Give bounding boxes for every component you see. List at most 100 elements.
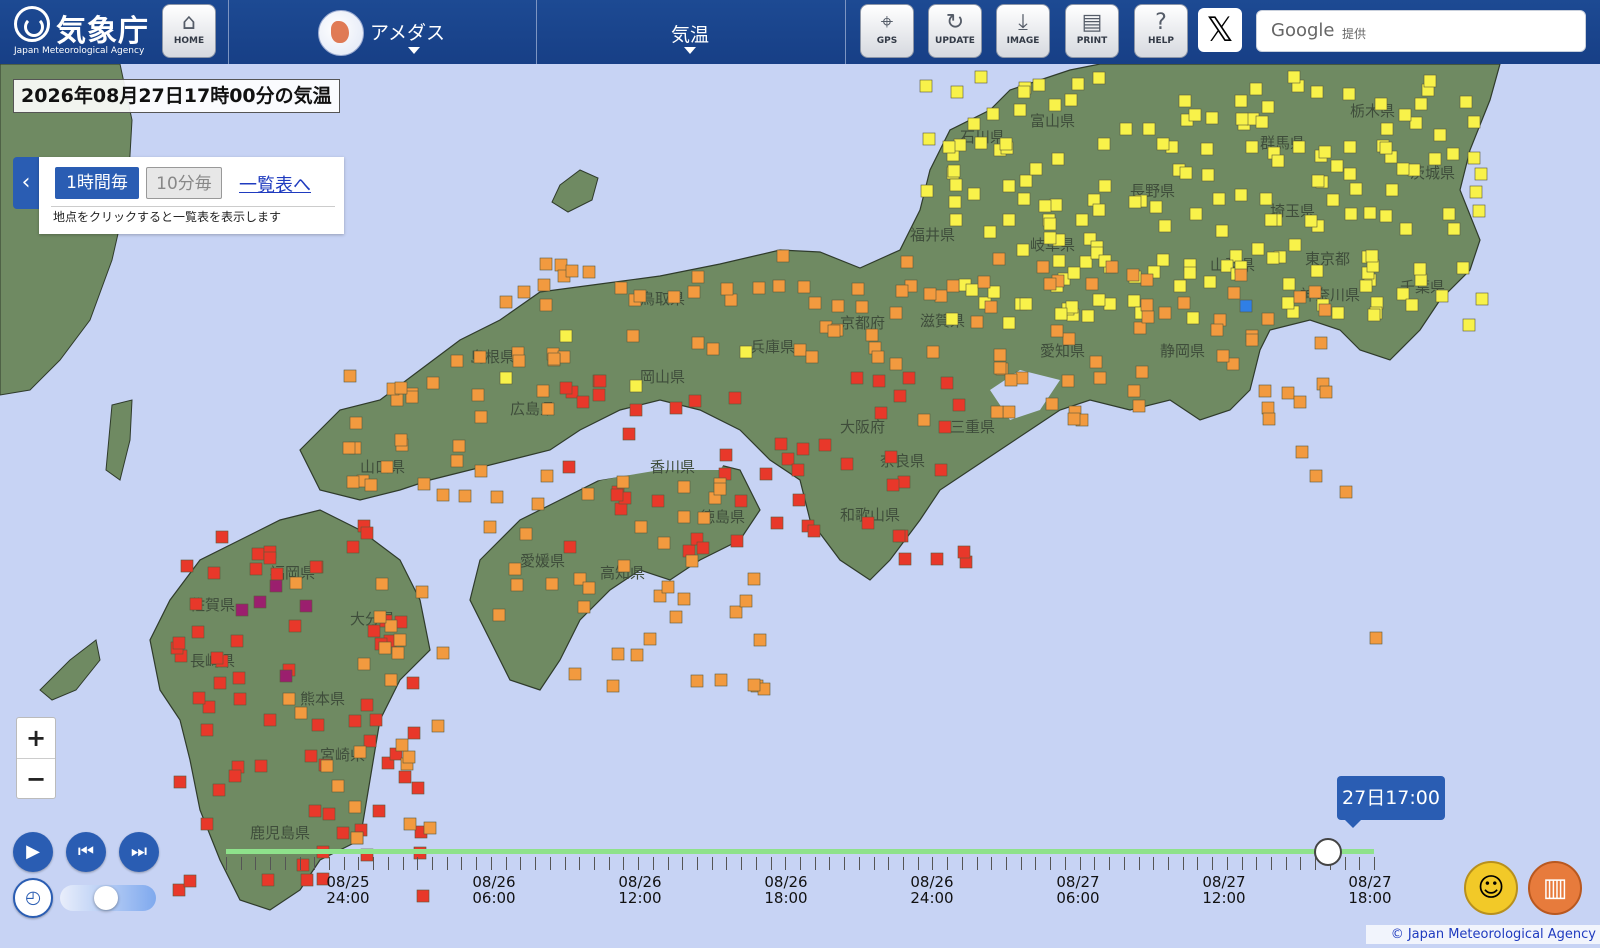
station-marker[interactable]	[1178, 94, 1192, 108]
station-marker[interactable]	[772, 279, 786, 293]
station-marker[interactable]	[677, 592, 691, 606]
station-marker[interactable]	[1258, 384, 1272, 398]
station-marker[interactable]	[865, 328, 879, 342]
station-marker[interactable]	[1004, 373, 1018, 387]
station-marker[interactable]	[667, 290, 681, 304]
station-marker[interactable]	[212, 783, 226, 797]
station-marker[interactable]	[747, 678, 761, 692]
station-marker[interactable]	[232, 671, 246, 685]
station-marker[interactable]	[1140, 273, 1154, 287]
station-marker[interactable]	[1085, 277, 1099, 291]
station-marker[interactable]	[336, 826, 350, 840]
station-marker[interactable]	[1456, 261, 1470, 275]
station-marker[interactable]	[474, 464, 488, 478]
station-marker[interactable]	[1459, 95, 1473, 109]
station-marker[interactable]	[373, 610, 387, 624]
station-marker[interactable]	[1398, 108, 1412, 122]
station-marker[interactable]	[1140, 298, 1154, 312]
station-marker[interactable]	[508, 562, 522, 576]
station-marker[interactable]	[1128, 195, 1142, 209]
station-marker[interactable]	[886, 478, 900, 492]
station-marker[interactable]	[1435, 289, 1449, 303]
station-marker[interactable]	[669, 610, 683, 624]
station-marker[interactable]	[1065, 300, 1079, 314]
station-marker[interactable]	[677, 480, 691, 494]
gps-button[interactable]: ⌖ GPS	[860, 4, 914, 58]
station-marker[interactable]	[643, 632, 657, 646]
station-marker[interactable]	[348, 800, 362, 814]
station-marker[interactable]	[492, 608, 506, 622]
station-marker[interactable]	[1235, 112, 1249, 126]
station-marker[interactable]	[1158, 306, 1172, 320]
station-marker[interactable]	[1015, 371, 1029, 385]
station-marker[interactable]	[614, 502, 628, 516]
station-marker[interactable]	[770, 516, 784, 530]
station-marker[interactable]	[191, 625, 205, 639]
station-marker[interactable]	[1105, 260, 1119, 274]
station-marker[interactable]	[1385, 183, 1399, 197]
station-marker[interactable]	[519, 527, 533, 541]
station-marker[interactable]	[687, 285, 701, 299]
station-marker[interactable]	[1081, 309, 1095, 323]
station-marker[interactable]	[1179, 166, 1193, 180]
station-marker[interactable]	[294, 706, 308, 720]
station-marker[interactable]	[1103, 297, 1117, 311]
station-marker[interactable]	[872, 374, 886, 388]
station-marker[interactable]	[1319, 385, 1333, 399]
station-marker[interactable]	[1292, 140, 1306, 154]
station-marker[interactable]	[1126, 268, 1140, 282]
station-marker[interactable]	[562, 460, 576, 474]
station-marker[interactable]	[871, 350, 885, 364]
station-marker[interactable]	[947, 164, 961, 178]
station-marker[interactable]	[1043, 277, 1057, 291]
station-marker[interactable]	[1127, 294, 1141, 308]
x-share-button[interactable]: 𝕏	[1198, 8, 1242, 52]
station-marker[interactable]	[1002, 179, 1016, 193]
station-marker[interactable]	[471, 388, 485, 402]
station-marker[interactable]	[1447, 222, 1461, 236]
station-marker[interactable]	[633, 289, 647, 303]
station-marker[interactable]	[1407, 163, 1421, 177]
station-marker[interactable]	[1288, 238, 1302, 252]
timeline-track[interactable]	[226, 849, 1374, 854]
station-marker[interactable]	[1293, 395, 1307, 409]
zoom-in-button[interactable]: +	[17, 718, 55, 758]
station-marker[interactable]	[1261, 312, 1275, 326]
help-button[interactable]: ? HELP	[1134, 4, 1188, 58]
station-marker[interactable]	[1245, 140, 1259, 154]
station-marker[interactable]	[893, 389, 907, 403]
station-marker[interactable]	[490, 490, 504, 504]
station-marker[interactable]	[230, 634, 244, 648]
station-marker[interactable]	[563, 540, 577, 554]
station-marker[interactable]	[270, 567, 284, 581]
station-marker[interactable]	[1318, 145, 1332, 159]
station-marker[interactable]	[949, 213, 963, 227]
station-marker[interactable]	[1158, 219, 1172, 233]
station-marker[interactable]	[922, 132, 936, 146]
station-marker[interactable]	[938, 420, 952, 434]
station-marker[interactable]	[1251, 242, 1265, 256]
station-marker[interactable]	[1173, 279, 1187, 293]
station-marker[interactable]	[1369, 631, 1383, 645]
station-marker[interactable]	[657, 536, 671, 550]
station-marker[interactable]	[1049, 198, 1063, 212]
station-marker[interactable]	[249, 562, 263, 576]
station-marker[interactable]	[1318, 303, 1332, 317]
station-marker[interactable]	[1156, 137, 1170, 151]
station-marker[interactable]	[1462, 318, 1476, 332]
station-marker[interactable]	[582, 265, 596, 279]
station-marker[interactable]	[617, 559, 631, 573]
station-marker[interactable]	[990, 405, 1004, 419]
station-marker[interactable]	[919, 79, 933, 93]
guide-button[interactable]: ☺	[1464, 861, 1518, 915]
station-marker[interactable]	[1475, 292, 1489, 306]
station-marker[interactable]	[993, 348, 1007, 362]
station-marker[interactable]	[299, 599, 313, 613]
station-marker[interactable]	[1045, 397, 1059, 411]
station-marker[interactable]	[651, 494, 665, 508]
station-marker[interactable]	[934, 289, 948, 303]
station-marker[interactable]	[452, 439, 466, 453]
station-marker[interactable]	[967, 187, 981, 201]
station-marker[interactable]	[948, 195, 962, 209]
station-marker[interactable]	[282, 692, 296, 706]
